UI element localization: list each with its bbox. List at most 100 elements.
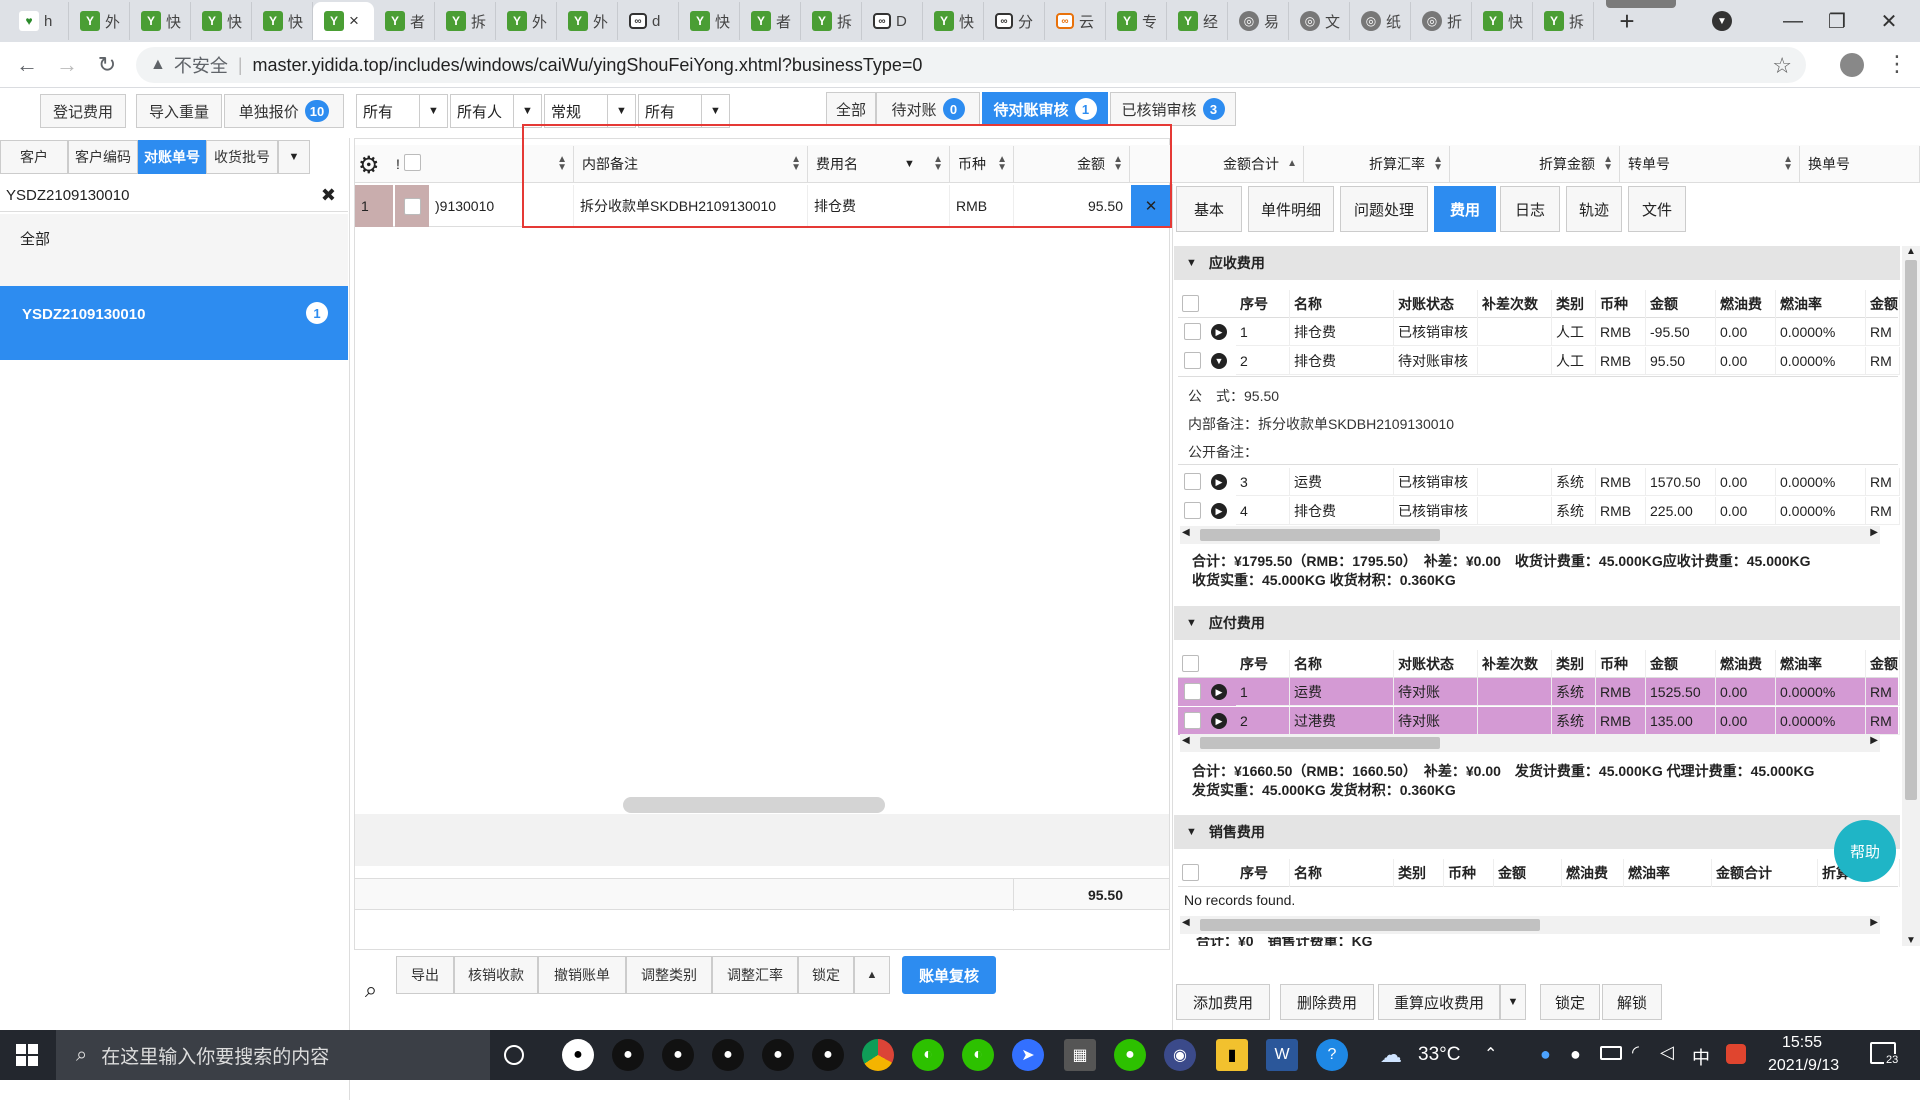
grid-hscrollbar[interactable] [355, 794, 1169, 814]
scroll-right-icon[interactable]: ▶ [1870, 527, 1878, 538]
more-actions-button[interactable]: ▲ [854, 956, 890, 994]
expand-row-icon[interactable]: ▶ [1211, 713, 1227, 729]
row-checkbox[interactable] [1184, 473, 1201, 490]
status-tab-1[interactable]: 待对账 0 [876, 92, 980, 126]
add-fee-button[interactable]: 添加费用 [1176, 984, 1270, 1020]
app-circle-icon[interactable]: ◉ [1164, 1039, 1196, 1071]
browser-tab[interactable]: ♥ h [8, 2, 69, 40]
left-tab-1[interactable]: 客户编码 [68, 140, 138, 174]
tray-chevron-up-icon[interactable]: ⌃ [1484, 1044, 1497, 1064]
fee-row[interactable]: ▶ 4 排仓费 已核销审核 系统 RMB 225.00 0.00 0.0000% RM [1178, 497, 1900, 525]
grid-action-4[interactable]: 调整汇率 [712, 956, 798, 994]
browser-tab[interactable]: ∞ 云 [1045, 2, 1106, 40]
ime-label[interactable]: 中 [1692, 1044, 1710, 1070]
app-green-icon[interactable]: ● [1114, 1039, 1146, 1071]
qq-app-icon-4[interactable]: ● [712, 1039, 744, 1071]
minimize-icon[interactable]: — [1770, 4, 1816, 38]
recalc-dropdown-button[interactable]: ▼ [1500, 984, 1526, 1020]
delete-fee-button[interactable]: 删除费用 [1280, 984, 1374, 1020]
tab-search-icon[interactable]: ▼ [1712, 11, 1732, 31]
search-icon[interactable]: ⌕ [356, 970, 386, 1010]
right-tab-2[interactable]: 问题处理 [1340, 186, 1428, 232]
scroll-down-icon[interactable]: ▼ [1906, 935, 1916, 946]
bill-review-button[interactable]: 账单复核 [902, 956, 996, 994]
browser-tab[interactable]: Y拆 [801, 2, 862, 40]
left-search-input[interactable]: YSDZ2109130010 ✖ [0, 180, 348, 212]
row-checkbox[interactable] [395, 185, 429, 227]
payable-hscroll-thumb[interactable] [1200, 737, 1440, 749]
fee-row[interactable]: ▶ 3 运费 已核销审核 系统 RMB 1570.50 0.00 0.0000% RM [1178, 468, 1900, 496]
right-tab-3[interactable]: 费用 [1434, 186, 1496, 232]
col-rate[interactable]: 折算汇率 ▲ ▼ [1304, 146, 1450, 182]
browser-tab[interactable]: Y经 [1167, 2, 1228, 40]
browser-tab[interactable]: Y外 [69, 2, 130, 40]
filter-select-4[interactable]: 所有 ▼ [638, 94, 730, 128]
new-tab-button[interactable]: + [1610, 4, 1644, 38]
browser-tab[interactable]: Y外 [557, 2, 618, 40]
left-list-item-selected[interactable]: YSDZ2109130010 1 [0, 286, 348, 360]
filter-select-1[interactable]: 所有 ▼ [356, 94, 448, 128]
restore-icon[interactable]: ❐ [1814, 4, 1860, 38]
unlock-button[interactable]: 解锁 [1602, 984, 1662, 1020]
scroll-right-icon[interactable]: ▶ [1870, 917, 1878, 928]
left-tab-0[interactable]: 客户 [0, 140, 68, 174]
expand-row-icon[interactable]: ▶ [1211, 324, 1227, 340]
forward-icon[interactable]: → [52, 50, 82, 80]
register-fee-button[interactable]: 登记费用 [40, 94, 126, 128]
collapse-row-icon[interactable]: ▼ [1211, 353, 1227, 369]
close-window-icon[interactable]: ✕ [1866, 4, 1912, 38]
scroll-up-icon[interactable]: ▲ [1906, 246, 1916, 257]
left-all-item[interactable]: 全部 [0, 214, 348, 286]
browser-tab[interactable]: Y快 [130, 2, 191, 40]
scroll-left-icon[interactable]: ◀ [1182, 735, 1190, 746]
wechat-icon[interactable]: ◐ [912, 1039, 944, 1071]
sales-section-header[interactable]: ▼ 销售费用 [1174, 815, 1900, 849]
browser-tab[interactable]: Y快 [191, 2, 252, 40]
scroll-right-icon[interactable]: ▶ [1870, 735, 1878, 746]
right-tab-0[interactable]: 基本 [1176, 186, 1242, 232]
scroll-left-icon[interactable]: ◀ [1182, 527, 1190, 538]
select-all-checkbox[interactable] [1182, 864, 1199, 881]
weather-icon[interactable]: ☁ [1380, 1042, 1402, 1068]
browser-tab[interactable]: Y拆 [1533, 2, 1594, 40]
grid-select-all-checkbox[interactable] [404, 154, 421, 171]
payable-hscrollbar[interactable]: ◀ ▶ [1180, 734, 1880, 752]
browser-tab[interactable]: Y × [313, 2, 374, 40]
browser-tab[interactable]: Y者 [374, 2, 435, 40]
right-tab-6[interactable]: 文件 [1628, 186, 1686, 232]
feishu-icon[interactable]: ➤ [1012, 1039, 1044, 1071]
status-tab-3[interactable]: 已核销审核 3 [1110, 92, 1236, 126]
row-checkbox[interactable] [1184, 712, 1201, 729]
row-checkbox[interactable] [1184, 323, 1201, 340]
qq-app-icon-2[interactable]: ● [612, 1039, 644, 1071]
browser-tab[interactable]: Y快 [679, 2, 740, 40]
reload-icon[interactable]: ↻ [92, 50, 122, 80]
windows-start-icon[interactable] [16, 1044, 38, 1066]
clock-time[interactable]: 15:55 [1782, 1034, 1822, 1052]
browser-tab[interactable]: Y快 [252, 2, 313, 40]
qq-app-icon-6[interactable]: ● [812, 1039, 844, 1071]
profile-avatar-icon[interactable] [1840, 53, 1864, 77]
clear-icon[interactable]: ✖ [321, 185, 336, 206]
bookmark-star-icon[interactable]: ☆ [1772, 53, 1792, 79]
col-transfer-no[interactable]: 转单号 ▲ ▼ [1620, 146, 1800, 182]
close-tab-icon[interactable]: × [349, 11, 359, 31]
qq-app-icon-3[interactable]: ● [662, 1039, 694, 1071]
browser-tab[interactable]: Y快 [923, 2, 984, 40]
chrome-icon[interactable] [862, 1039, 894, 1071]
tray-qq-icon[interactable]: ● [1570, 1044, 1581, 1065]
back-icon[interactable]: ← [12, 50, 42, 80]
recalc-receivable-button[interactable]: 重算应收费用 [1378, 984, 1500, 1020]
left-tabs-dropdown[interactable]: ▼ [278, 140, 310, 174]
help-button[interactable]: 帮助 [1834, 820, 1896, 882]
grid-hscroll-thumb[interactable] [623, 797, 885, 813]
left-tab-3[interactable]: 收货批号 [206, 140, 278, 174]
browser-tab[interactable]: ∞ 分 [984, 2, 1045, 40]
status-tab-0[interactable]: 全部 [826, 92, 876, 126]
browser-tab[interactable]: Y专 [1106, 2, 1167, 40]
qq-app-icon-5[interactable]: ● [762, 1039, 794, 1071]
fee-row[interactable]: ▶ 1 运费 待对账 系统 RMB 1525.50 0.00 0.0000% RM [1178, 678, 1900, 706]
right-vscrollbar[interactable]: ▲ ▼ [1902, 246, 1920, 946]
tray-red-icon[interactable] [1726, 1044, 1746, 1064]
filter-select-3[interactable]: 常规 ▼ [544, 94, 636, 128]
